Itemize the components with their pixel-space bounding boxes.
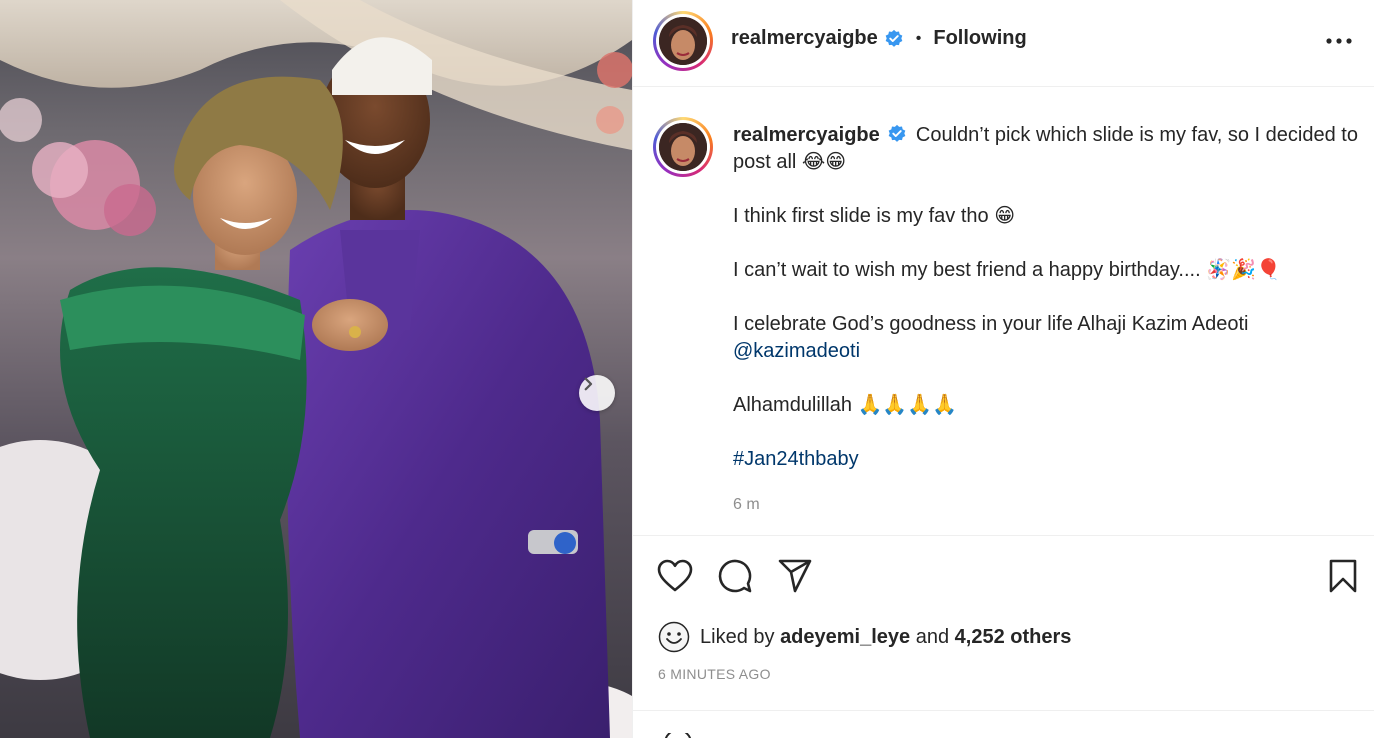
- emoji-icon[interactable]: [663, 733, 693, 738]
- caption-timestamp[interactable]: 6 m: [733, 496, 760, 514]
- following-button[interactable]: Following: [933, 27, 1026, 50]
- save-button[interactable]: [1323, 556, 1363, 596]
- add-comment-bar[interactable]: [633, 710, 1374, 738]
- caption-line-2: I think first slide is my fav tho 😁: [733, 205, 1016, 227]
- separator-dot: •: [915, 29, 922, 47]
- post-media[interactable]: [0, 0, 632, 738]
- chevron-right-icon: [584, 377, 593, 391]
- comment-icon: [718, 559, 752, 593]
- post-details-panel: realmercyaigbe • Following realmercyaigb…: [632, 0, 1374, 738]
- share-button[interactable]: [775, 556, 815, 596]
- like-button[interactable]: [655, 556, 695, 596]
- avatar-image: [659, 17, 707, 65]
- avatar-image: [659, 123, 707, 171]
- author-avatar[interactable]: [653, 11, 713, 71]
- share-icon: [778, 559, 812, 593]
- caption-username[interactable]: realmercyaigbe: [733, 124, 880, 146]
- post-header: realmercyaigbe • Following: [633, 0, 1374, 87]
- heart-icon: [657, 559, 693, 592]
- caption-line-5: Alhamdulillah 🙏🙏🙏🙏: [733, 394, 958, 416]
- smiley-avatar-icon[interactable]: [658, 621, 690, 653]
- mention-link[interactable]: @kazimadeoti: [733, 340, 860, 362]
- more-options-icon: [1326, 38, 1352, 44]
- post-photo: [0, 0, 632, 738]
- more-options-button[interactable]: [1323, 28, 1355, 54]
- author-username[interactable]: realmercyaigbe: [731, 27, 878, 50]
- liked-by-user-link[interactable]: adeyemi_leye: [780, 626, 910, 649]
- comment-button[interactable]: [715, 556, 755, 596]
- liked-by-and: and: [915, 625, 950, 648]
- caption-text: realmercyaigbe Couldn’t pick which slide…: [733, 122, 1359, 500]
- action-bar: [633, 535, 1374, 615]
- likes-summary: Liked by adeyemi_leye and 4,252 others: [658, 620, 1071, 654]
- caption-section: realmercyaigbe Couldn’t pick which slide…: [633, 88, 1374, 534]
- verified-badge-icon: [888, 124, 906, 142]
- likes-count-link[interactable]: 4,252 others: [955, 626, 1072, 649]
- caption-line-4: I celebrate God’s goodness in your life …: [733, 313, 1249, 335]
- liked-by-label: Liked by: [700, 625, 775, 648]
- verified-badge-icon: [885, 29, 903, 47]
- post-timestamp[interactable]: 6 MINUTES AGO: [658, 666, 771, 682]
- hashtag-link[interactable]: #Jan24thbaby: [733, 448, 859, 470]
- caption-author-avatar[interactable]: [653, 117, 713, 177]
- next-slide-button[interactable]: [579, 375, 615, 411]
- bookmark-icon: [1329, 559, 1357, 593]
- caption-line-3: I can’t wait to wish my best friend a ha…: [733, 259, 1281, 281]
